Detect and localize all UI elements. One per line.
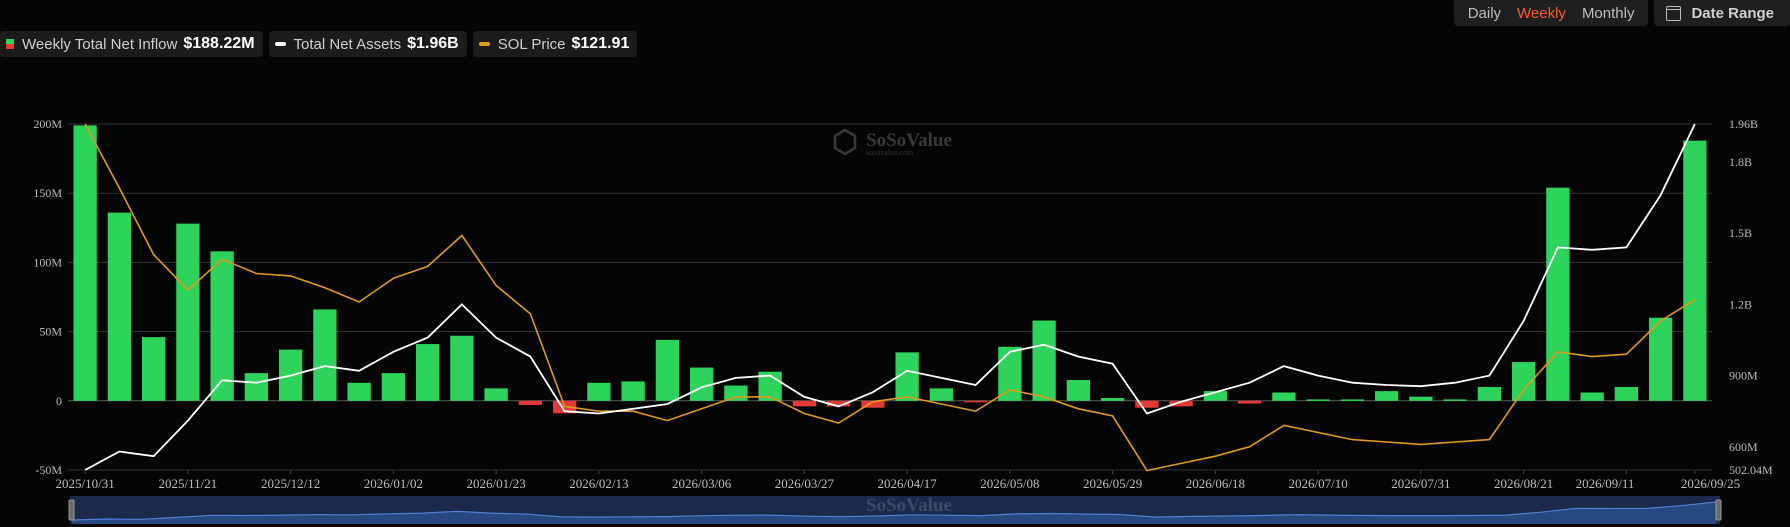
x-axis: 2025/10/31 2025/11/21 2025/12/12 2026/01/02… — [56, 470, 1740, 491]
inflow-bar[interactable] — [518, 400, 543, 405]
inflow-bar[interactable] — [1306, 399, 1330, 401]
inflow-bar[interactable] — [1032, 320, 1056, 401]
y-axis-right: 502.04M 600M 900M 1.2B 1.5B 1.8B 1.96B — [1729, 117, 1773, 477]
inflow-bar[interactable] — [1580, 392, 1604, 401]
inflow-bar[interactable] — [1443, 399, 1467, 401]
x-tick-label: 2026/07/10 — [1289, 476, 1348, 491]
total-net-assets-line — [84, 123, 1696, 471]
x-tick-label: 2026/01/02 — [364, 476, 423, 491]
inflow-bar[interactable] — [1683, 140, 1707, 401]
y-right-tick-label: 502.04M — [1729, 463, 1773, 477]
x-tick-label: 2026/04/17 — [878, 476, 938, 491]
x-tick-label: 2025/11/21 — [159, 476, 218, 491]
x-tick-label: 2026/05/29 — [1083, 476, 1142, 491]
grid-lines — [68, 123, 1712, 471]
inflow-bar[interactable] — [792, 400, 817, 407]
inflow-bar[interactable] — [1477, 386, 1502, 401]
navigator-right-handle[interactable] — [1715, 499, 1722, 521]
chart-svg: SoSoValue sosovalue.com -50M 0 50M 100M 150M… — [33, 117, 1773, 524]
inflow-bar[interactable] — [998, 346, 1022, 401]
y-left-tick-label: 0 — [56, 394, 62, 408]
y-left-tick-label: 150M — [33, 186, 62, 200]
inflow-bar[interactable] — [313, 309, 337, 401]
x-tick-label: 2026/07/31 — [1391, 476, 1450, 491]
inflow-bar[interactable] — [621, 381, 645, 401]
inflow-bar[interactable] — [141, 337, 166, 401]
x-tick-label: 2025/10/31 — [56, 476, 115, 491]
inflow-bar[interactable] — [1546, 187, 1570, 401]
x-tick-label: 2026/03/06 — [672, 476, 732, 491]
x-tick-label: 2026/06/18 — [1186, 476, 1245, 491]
inflow-bar[interactable] — [210, 251, 234, 401]
x-tick-label: 2026/02/13 — [569, 476, 628, 491]
inflow-bar[interactable] — [1340, 399, 1365, 401]
y-left-tick-label: -50M — [35, 463, 62, 477]
inflow-bar[interactable] — [450, 335, 474, 401]
inflow-bar[interactable] — [1066, 380, 1091, 401]
inflow-bar[interactable] — [1614, 386, 1639, 401]
inflow-bar[interactable] — [1648, 317, 1673, 401]
x-tick-label: 2026/03/27 — [775, 476, 835, 491]
inflow-bar[interactable] — [1272, 392, 1296, 401]
y-right-tick-label: 1.5B — [1729, 226, 1752, 240]
watermark-sub: sosovalue.com — [866, 148, 914, 157]
y-right-tick-label: 600M — [1729, 440, 1758, 454]
range-navigator[interactable]: SoSoValue — [68, 495, 1722, 524]
navigator-left-handle[interactable] — [68, 499, 75, 521]
inflow-bar[interactable] — [1374, 391, 1399, 401]
y-axis-left: -50M 0 50M 100M 150M 200M — [33, 117, 62, 477]
y-left-tick-label: 200M — [33, 117, 62, 131]
inflow-bar[interactable] — [1409, 396, 1433, 401]
inflow-bar[interactable] — [347, 382, 371, 401]
inflow-bar[interactable] — [963, 400, 988, 403]
inflow-bar[interactable] — [244, 373, 269, 401]
y-left-tick-label: 50M — [39, 325, 62, 339]
inflow-bar[interactable] — [484, 388, 508, 401]
y-right-tick-label: 1.8B — [1729, 155, 1752, 169]
inflow-bar[interactable] — [1100, 398, 1125, 401]
sol-price-line — [84, 123, 1696, 472]
inflow-bar[interactable] — [929, 388, 954, 401]
x-tick-label: 2026/09/25 — [1681, 476, 1740, 491]
x-tick-label: 2025/12/12 — [261, 476, 320, 491]
navigator-watermark: SoSoValue — [866, 495, 952, 516]
inflow-bar[interactable] — [415, 344, 440, 401]
inflow-bar[interactable] — [689, 367, 714, 401]
inflow-bar[interactable] — [73, 125, 97, 401]
inflow-bars — [73, 125, 1707, 414]
inflow-bar[interactable] — [655, 339, 680, 401]
y-left-tick-label: 100M — [33, 255, 62, 269]
x-tick-label: 2026/09/11 — [1576, 476, 1635, 491]
y-right-tick-label: 1.2B — [1729, 297, 1752, 311]
x-tick-label: 2026/05/08 — [980, 476, 1039, 491]
inflow-bar[interactable] — [176, 223, 200, 401]
inflow-bar[interactable] — [1237, 400, 1262, 404]
watermark-logo-icon — [833, 128, 857, 156]
inflow-bar[interactable] — [381, 373, 406, 401]
x-tick-label: 2026/08/21 — [1494, 476, 1553, 491]
watermark: SoSoValue sosovalue.com — [833, 128, 952, 157]
inflow-bar[interactable] — [587, 382, 611, 401]
inflow-bar[interactable] — [724, 385, 748, 401]
x-tick-label: 2026/01/23 — [467, 476, 526, 491]
y-right-tick-label: 1.96B — [1729, 117, 1758, 131]
inflow-bar[interactable] — [107, 212, 132, 401]
y-right-tick-label: 900M — [1729, 369, 1758, 383]
